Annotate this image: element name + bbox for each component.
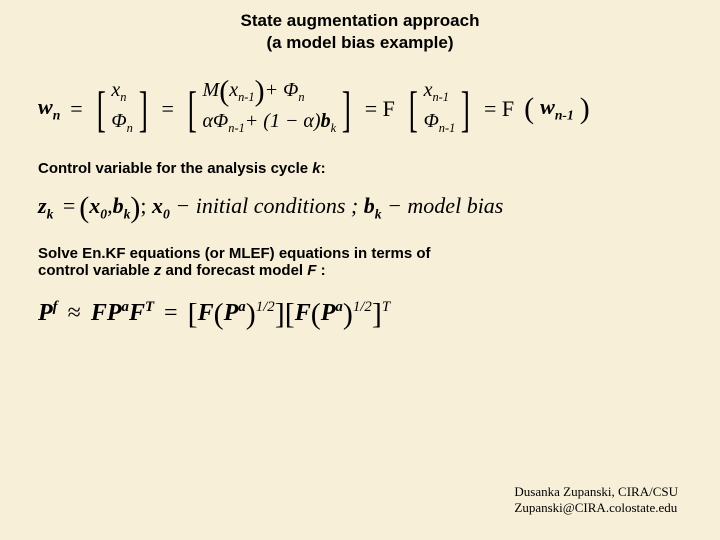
- eq1-r21c: b: [321, 110, 331, 132]
- eq3-half2: 1/2: [353, 299, 372, 315]
- eq2-zk: k: [47, 207, 54, 222]
- eq1-eq1: =: [70, 96, 82, 122]
- eq3-a1: a: [122, 299, 129, 315]
- eq1-w: w: [38, 94, 53, 119]
- eq1-eq2: =: [161, 96, 173, 122]
- eq3-F2: F: [198, 300, 214, 326]
- eq3-FT: F: [129, 300, 145, 326]
- label1b: k: [312, 160, 320, 177]
- eq1-r11cs: n: [298, 90, 304, 104]
- eq2-x0ls: 0: [163, 207, 170, 222]
- eq1-r11bs: n-1: [238, 90, 255, 104]
- eq2-bk: b: [113, 193, 124, 218]
- eq2-sep1: ;: [140, 193, 152, 218]
- eq1-r21cs: k: [331, 121, 337, 135]
- eq1-Feq: = F: [365, 96, 395, 122]
- eq1-tailp: w: [540, 94, 555, 119]
- footer-line-1: Dusanka Zupanski, CIRA/CSU: [514, 484, 678, 499]
- eq2-x0: x: [89, 193, 100, 218]
- slide: State augmentation approach (a model bia…: [0, 0, 720, 540]
- eq3-f: f: [53, 299, 58, 315]
- eq3-F3: F: [295, 300, 311, 326]
- eq1-c21: Φ: [424, 110, 439, 132]
- eq1-tailps: n-1: [555, 108, 574, 123]
- eq1-r11a: M: [203, 79, 220, 101]
- eq1-m11s: n: [120, 90, 126, 104]
- label2f: :: [316, 262, 325, 279]
- title-line-2: (a model bias example): [266, 33, 453, 52]
- equation-3: Pf ≈ FPaFT = [F(Pa)1/2][F(Pa)1/2]T: [38, 299, 682, 327]
- eq2-txt2: − model bias: [382, 193, 504, 218]
- slide-title: State augmentation approach (a model bia…: [38, 10, 682, 54]
- eq2-z: z: [38, 193, 47, 218]
- eq3-Pa2: P: [224, 300, 239, 326]
- eq1-r11c: + Φ: [265, 79, 299, 101]
- eq1-m21: Φ: [111, 110, 126, 132]
- eq1-wn: n: [53, 108, 61, 123]
- eq3-P1: P: [38, 300, 53, 326]
- eq3-Pa3: P: [321, 300, 336, 326]
- eq3-T: T: [145, 299, 154, 315]
- label1a: Control variable for the analysis cycle: [38, 160, 312, 177]
- eq1-r11b: x: [229, 79, 238, 101]
- eq1-r21a: αΦ: [203, 110, 229, 132]
- label1c: :: [321, 160, 326, 177]
- eq2-bkl: b: [364, 193, 375, 218]
- eq3-T2: T: [382, 299, 390, 315]
- eq1-c21s: n-1: [439, 121, 456, 135]
- footer: Dusanka Zupanski, CIRA/CSU Zupanski@CIRA…: [514, 484, 678, 517]
- eq3-F1: F: [91, 300, 107, 326]
- eq2-bkls: k: [375, 207, 382, 222]
- eq1-matrix-3: [ xn-1 Φn-1 ]: [405, 78, 474, 140]
- eq2-x0l: x: [152, 193, 163, 218]
- eq1-tail: = F: [484, 96, 514, 122]
- eq1-m11: x: [111, 79, 120, 101]
- eq1-r21b: + (1 − α): [245, 110, 321, 132]
- eq3-eq: =: [164, 300, 178, 326]
- eq1-r21as: n-1: [228, 121, 245, 135]
- eq3-a2: a: [238, 299, 245, 315]
- control-variable-label: Control variable for the analysis cycle …: [38, 160, 682, 177]
- label2a: Solve En.KF equations (or MLEF) equation…: [38, 245, 431, 262]
- eq1-matrix-2: [ M(xn-1)+ Φn αΦn-1+ (1 − α)bk ]: [184, 78, 355, 140]
- equation-1: wn = [ xn Φn ] = [ M(xn-1)+ Φn αΦn-1+ (1…: [38, 78, 682, 140]
- eq1-c11s: n-1: [432, 90, 449, 104]
- eq3-half1: 1/2: [256, 299, 275, 315]
- label2b: control variable: [38, 262, 154, 279]
- eq3-approx: ≈: [68, 300, 81, 326]
- eq1-m21s: n: [127, 121, 133, 135]
- label2d: and forecast model: [161, 262, 307, 279]
- equation-2: zk =(x0,bk); x0 − initial conditions ; b…: [38, 193, 682, 222]
- title-line-1: State augmentation approach: [241, 11, 480, 30]
- solve-enkf-label: Solve En.KF equations (or MLEF) equation…: [38, 245, 682, 279]
- eq3-a3: a: [335, 299, 342, 315]
- eq3-Pa1: P: [107, 300, 122, 326]
- footer-line-2: Zupanski@CIRA.colostate.edu: [514, 500, 677, 515]
- eq1-matrix-1: [ xn Φn ]: [93, 78, 152, 140]
- eq2-txt1: − initial conditions ;: [170, 193, 364, 218]
- eq2-eq: =: [63, 193, 75, 218]
